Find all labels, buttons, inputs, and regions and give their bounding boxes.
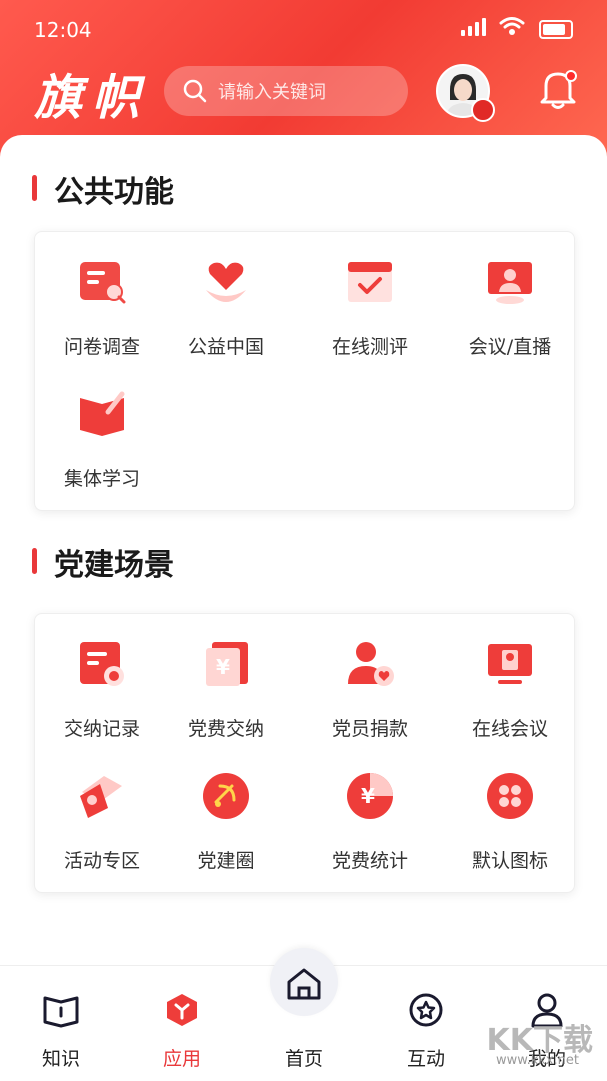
- party-scenes-card: 交纳记录 ¥ 党费交纳 党员捐款 在线会议 活动专区 党建圈 ¥ 党费统计 默认…: [34, 613, 575, 893]
- item-default-icon[interactable]: 默认图标: [443, 746, 577, 872]
- yuan-pie-icon: ¥: [347, 773, 393, 819]
- tab-apps[interactable]: 应用: [137, 966, 227, 1081]
- title-accent-bar: [32, 175, 37, 201]
- survey-icon: [80, 262, 126, 304]
- tab-knowledge[interactable]: 知识: [16, 966, 106, 1081]
- item-party-circle[interactable]: 党建圈: [159, 746, 293, 872]
- book-icon: [43, 996, 79, 1028]
- tab-interact[interactable]: 互动: [381, 966, 471, 1081]
- svg-text:¥: ¥: [216, 655, 230, 679]
- status-time: 12:04: [34, 18, 92, 42]
- item-fee-pay[interactable]: ¥ 党费交纳: [159, 614, 293, 740]
- item-fee-stats[interactable]: ¥ 党费统计: [303, 746, 437, 872]
- battery-icon: [539, 20, 573, 39]
- check-calendar-icon: [348, 262, 392, 302]
- home-icon: [287, 968, 321, 1000]
- payment-record-icon: [80, 642, 124, 686]
- heart-hand-icon: [206, 262, 246, 302]
- bottom-tab-bar: 知识 应用 首页 互动 我的 KK下载 www.kkx.net: [0, 948, 607, 1081]
- book-pen-icon: [80, 391, 125, 436]
- main-content: 公共功能 问卷调查 公益中国 在线测评 会议/直播 集体学习 党建场景 交纳记录…: [0, 135, 607, 965]
- star-circle-icon: [409, 993, 443, 1027]
- wifi-icon: [499, 17, 525, 35]
- search-input[interactable]: [216, 66, 400, 118]
- yuan-receipt-icon: ¥: [206, 642, 248, 686]
- title-accent-bar: [32, 548, 37, 574]
- item-member-donate[interactable]: 党员捐款: [303, 614, 437, 740]
- meeting-screen-icon: [488, 262, 532, 304]
- watermark: KK下载 www.kkx.net: [486, 1023, 594, 1068]
- status-bar: 12:04: [0, 0, 607, 60]
- notification-dot: [565, 70, 577, 82]
- item-activity-zone[interactable]: 活动专区: [35, 746, 169, 872]
- item-charity[interactable]: 公益中国: [159, 232, 293, 358]
- item-online-meeting[interactable]: 在线会议: [443, 614, 577, 740]
- section-title-public: 公共功能: [32, 167, 174, 211]
- flag-activity-icon: [80, 776, 122, 818]
- search-icon: [183, 79, 207, 103]
- item-online-test[interactable]: 在线测评: [303, 232, 437, 358]
- signal-icon: [461, 18, 486, 36]
- svg-text:¥: ¥: [361, 784, 375, 808]
- tab-home[interactable]: 首页: [259, 966, 349, 1081]
- online-meeting-icon: [488, 644, 532, 684]
- item-meeting-live[interactable]: 会议/直播: [443, 232, 577, 358]
- item-payment-record[interactable]: 交纳记录: [35, 614, 169, 740]
- section-title-party: 党建场景: [32, 540, 174, 584]
- search-bar[interactable]: [164, 66, 408, 118]
- grid-clover-icon: [487, 773, 533, 819]
- party-emblem-icon: [203, 773, 249, 819]
- app-logo: 旗帜: [34, 70, 151, 126]
- cube-icon: [167, 994, 197, 1026]
- item-survey[interactable]: 问卷调查: [35, 232, 169, 358]
- party-badge-icon: [471, 98, 495, 122]
- public-functions-card: 问卷调查 公益中国 在线测评 会议/直播 集体学习: [34, 231, 575, 511]
- member-donate-icon: [348, 642, 394, 686]
- item-group-study[interactable]: 集体学习: [35, 364, 169, 490]
